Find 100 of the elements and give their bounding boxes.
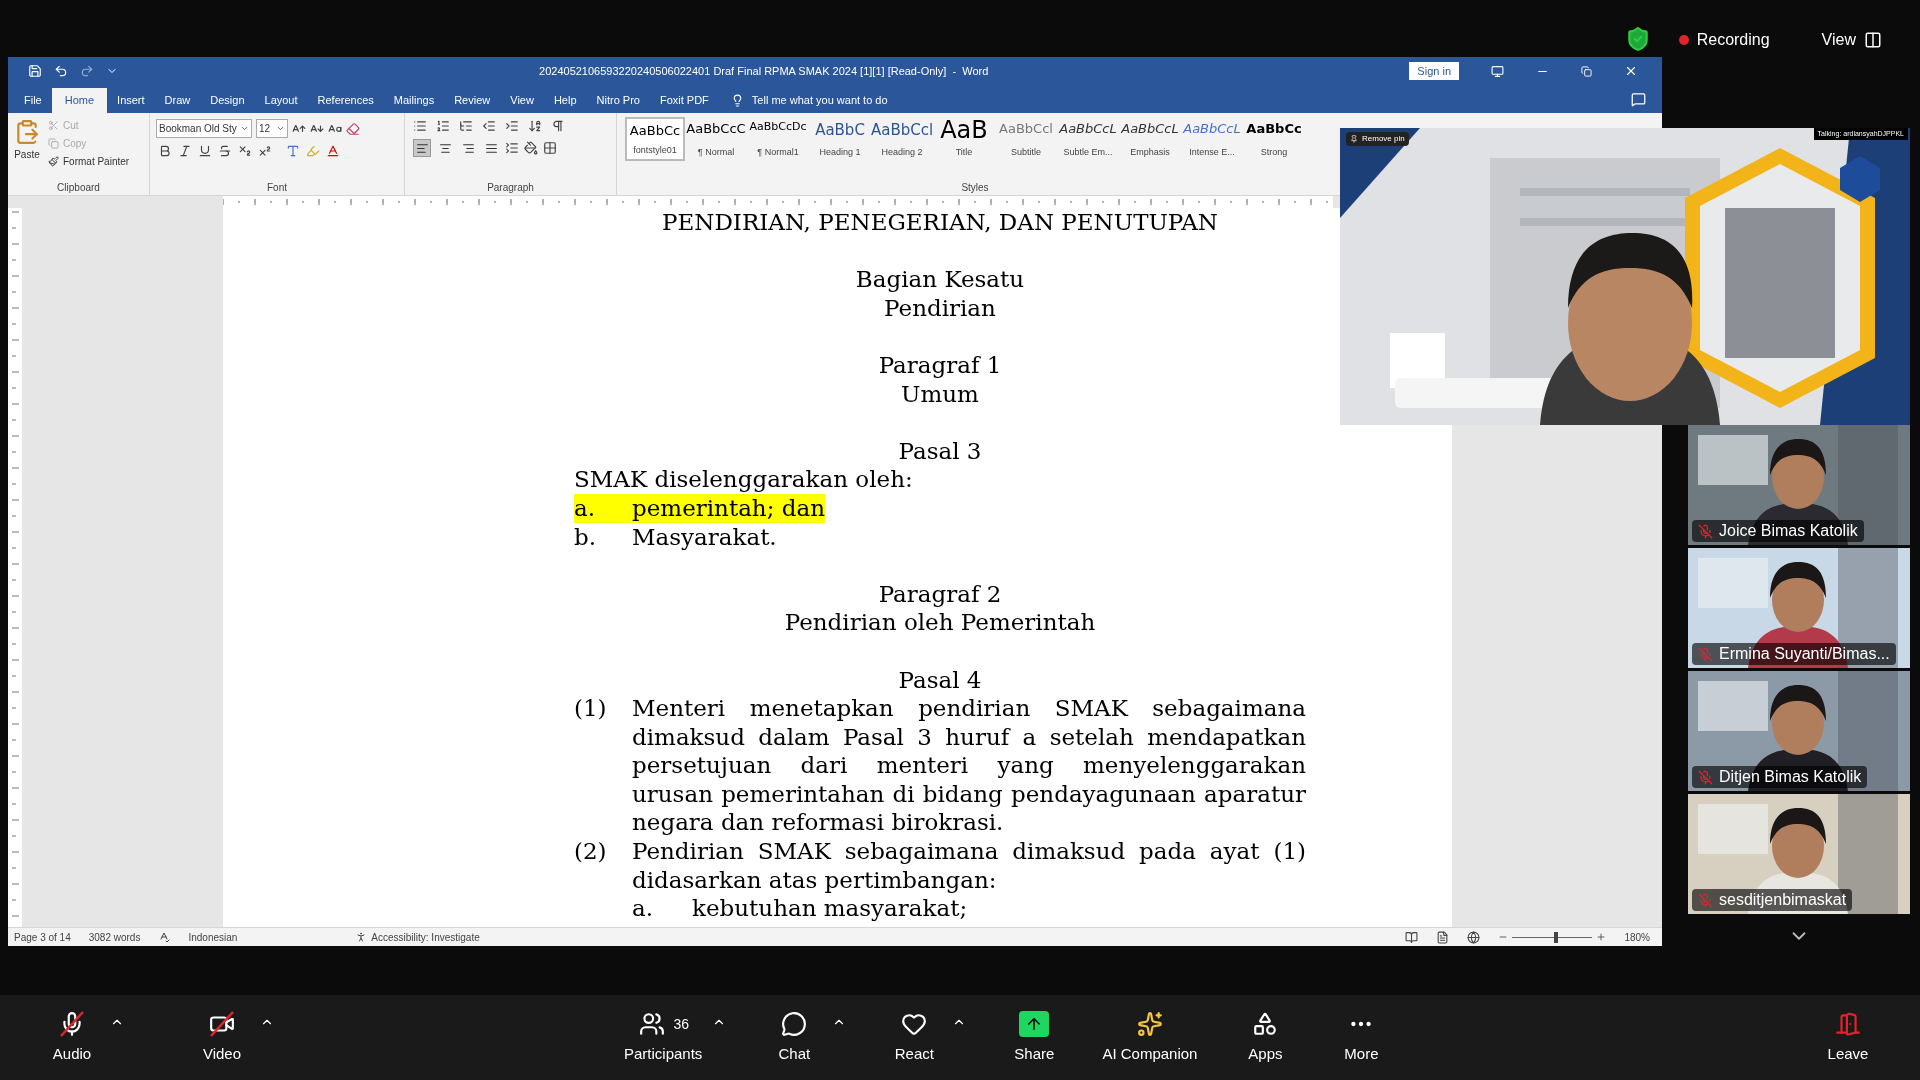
sort-icon[interactable] bbox=[528, 119, 542, 133]
ribbon-tab[interactable]: File bbox=[14, 88, 52, 113]
strikethrough-icon[interactable] bbox=[218, 144, 232, 158]
copy-icon bbox=[48, 138, 59, 149]
shading-icon[interactable] bbox=[524, 141, 538, 155]
style-preset[interactable]: AaBbCc Strong bbox=[1243, 117, 1305, 161]
style-preset[interactable]: AaB Title bbox=[933, 117, 995, 161]
list-item-text: Masyarakat. bbox=[632, 522, 777, 552]
multilevel-list-icon[interactable] bbox=[459, 119, 473, 133]
list-item-text: kebutuhan masyarakat; bbox=[692, 894, 968, 923]
ribbon-tab[interactable]: Nitro Pro bbox=[586, 88, 650, 113]
door-icon[interactable] bbox=[1833, 1010, 1863, 1039]
share-icon[interactable] bbox=[1019, 1011, 1050, 1038]
toolbar-label[interactable]: Share bbox=[1014, 1043, 1055, 1066]
list-marker: (2) bbox=[574, 837, 608, 867]
ribbon-tab[interactable]: Insert bbox=[107, 88, 155, 113]
line-spacing-icon[interactable] bbox=[505, 141, 519, 155]
borders-icon[interactable] bbox=[543, 141, 557, 155]
text-effects-icon[interactable] bbox=[286, 144, 300, 158]
subscript-icon[interactable] bbox=[238, 144, 252, 158]
language-label[interactable]: Indonesian bbox=[188, 929, 238, 945]
body-text: SMAK diselenggarakan oleh: bbox=[574, 465, 914, 494]
ribbon-tab[interactable]: Mailings bbox=[383, 88, 445, 113]
toolbar-label[interactable]: Participants bbox=[624, 1043, 703, 1066]
font-size-select[interactable]: 12 bbox=[256, 119, 288, 138]
paste-label[interactable]: Paste bbox=[14, 147, 40, 162]
font-name-select[interactable]: Bookman Old Sty bbox=[156, 119, 252, 138]
style-preset[interactable]: AaBbCc fontstyle01 bbox=[625, 117, 685, 161]
window-title: 2024052106593220240506022401 Draf Final RPMA SMAK 2024 [1][1] [Read-Only] - Word bbox=[539, 63, 989, 79]
caret-icon bbox=[276, 124, 285, 133]
word-count[interactable]: 3082 words bbox=[88, 929, 141, 945]
toolbar-label[interactable]: Apps bbox=[1248, 1043, 1283, 1066]
ribbon-tab[interactable]: Help bbox=[543, 88, 587, 113]
view-label[interactable]: View bbox=[1821, 28, 1856, 52]
participant-count: 36 bbox=[673, 1014, 689, 1034]
accessibility-status[interactable]: Accessibility: Investigate bbox=[371, 929, 480, 945]
ribbon-tab[interactable]: References bbox=[307, 88, 384, 113]
style-preset[interactable]: AaBbCcl Heading 2 bbox=[871, 117, 933, 161]
style-preset[interactable]: AaBbCcDc ¶ Normal1 bbox=[747, 117, 809, 161]
pilcrow-icon[interactable] bbox=[551, 119, 565, 133]
section-heading: Paragraf 2 bbox=[878, 579, 1002, 609]
section-heading: Pendirian oleh Pemerintah bbox=[784, 608, 1096, 637]
clear-formatting-icon[interactable] bbox=[346, 121, 360, 136]
ribbon-tab[interactable]: Draw bbox=[154, 88, 201, 113]
web-layout-icon[interactable] bbox=[1467, 930, 1481, 944]
sign-in-button[interactable]: Sign in bbox=[1409, 62, 1459, 80]
toolbar-label[interactable]: Leave bbox=[1827, 1043, 1869, 1066]
numbering-icon[interactable] bbox=[436, 119, 450, 133]
ribbon-tab[interactable]: Design bbox=[200, 88, 255, 113]
undo-icon[interactable] bbox=[54, 64, 68, 78]
read-mode-icon[interactable] bbox=[1405, 930, 1419, 944]
restore-icon[interactable] bbox=[1581, 65, 1592, 77]
save-icon[interactable] bbox=[28, 64, 42, 78]
recording-label[interactable]: Recording bbox=[1696, 28, 1770, 52]
layout-icon[interactable] bbox=[1864, 31, 1882, 49]
print-layout-icon[interactable] bbox=[1436, 930, 1450, 944]
style-preset[interactable]: AaBbCcL Intense E... bbox=[1181, 117, 1243, 161]
toolbar-label[interactable]: AI Companion bbox=[1102, 1043, 1198, 1066]
style-preset[interactable]: AaBbCcL Emphasis bbox=[1119, 117, 1181, 161]
bold-icon[interactable] bbox=[158, 144, 172, 158]
underline-icon[interactable] bbox=[198, 144, 212, 158]
comments-icon[interactable] bbox=[1631, 92, 1646, 107]
participant-name: Ditjen Bimas Katolik bbox=[1719, 767, 1862, 787]
clipboard-action[interactable]: Format Painter bbox=[48, 154, 130, 169]
toolbar-label[interactable]: Audio bbox=[52, 1043, 92, 1066]
toolbar-label[interactable]: Video bbox=[202, 1043, 242, 1066]
list-marker: (1) bbox=[574, 694, 608, 724]
section-heading: Pasal 3 bbox=[898, 436, 982, 466]
style-preset[interactable]: AaBbCcl Subtitle bbox=[995, 117, 1057, 161]
toolbar-label[interactable]: React bbox=[894, 1043, 934, 1066]
ribbon-tab[interactable]: Foxit PDF bbox=[649, 88, 719, 113]
ribbon-tab[interactable]: View bbox=[500, 88, 544, 113]
decrease-indent-icon[interactable] bbox=[482, 119, 496, 133]
zoom-slider-thumb[interactable] bbox=[1554, 931, 1559, 943]
ribbon-tab[interactable]: Layout bbox=[254, 88, 308, 113]
increase-indent-icon[interactable] bbox=[505, 119, 519, 133]
ribbon-tab[interactable]: Review bbox=[444, 88, 501, 113]
participant-name: sesditjenbimaskat bbox=[1719, 890, 1847, 910]
font-color-icon[interactable] bbox=[326, 144, 340, 158]
paste-icon[interactable] bbox=[14, 117, 40, 147]
style-preset[interactable]: AaBbCcC ¶ Normal bbox=[685, 117, 747, 161]
tell-me-field[interactable]: Tell me what you want to do bbox=[751, 92, 888, 109]
muted-video-camera-icon[interactable] bbox=[207, 1010, 237, 1039]
section-heading: Pendirian bbox=[884, 293, 996, 323]
muted-mic-icon[interactable] bbox=[57, 1010, 87, 1039]
style-preset[interactable]: AaBbC Heading 1 bbox=[809, 117, 871, 161]
page-count[interactable]: Page 3 of 14 bbox=[14, 929, 71, 945]
italic-icon[interactable] bbox=[178, 144, 192, 158]
zoom-in-icon[interactable] bbox=[1596, 932, 1607, 942]
toolbar-label[interactable]: More bbox=[1344, 1043, 1379, 1066]
list-marker: a. bbox=[574, 493, 632, 523]
ribbon-tab[interactable]: Home bbox=[51, 88, 108, 113]
paragraph-text: Pendirian SMAK sebagaimana dimaksud pada ayat (1) didasarkan atas pertimbangan: bbox=[632, 837, 1306, 895]
bullets-icon[interactable] bbox=[413, 119, 427, 133]
zoom-percent[interactable]: 180% bbox=[1624, 929, 1650, 945]
close-icon[interactable] bbox=[1624, 64, 1638, 78]
style-preset[interactable]: AaBbCcL Subtle Em... bbox=[1057, 117, 1119, 161]
superscript-icon[interactable] bbox=[258, 144, 272, 158]
toolbar-label[interactable]: Chat bbox=[778, 1043, 811, 1066]
proofing-icon[interactable] bbox=[158, 931, 171, 943]
